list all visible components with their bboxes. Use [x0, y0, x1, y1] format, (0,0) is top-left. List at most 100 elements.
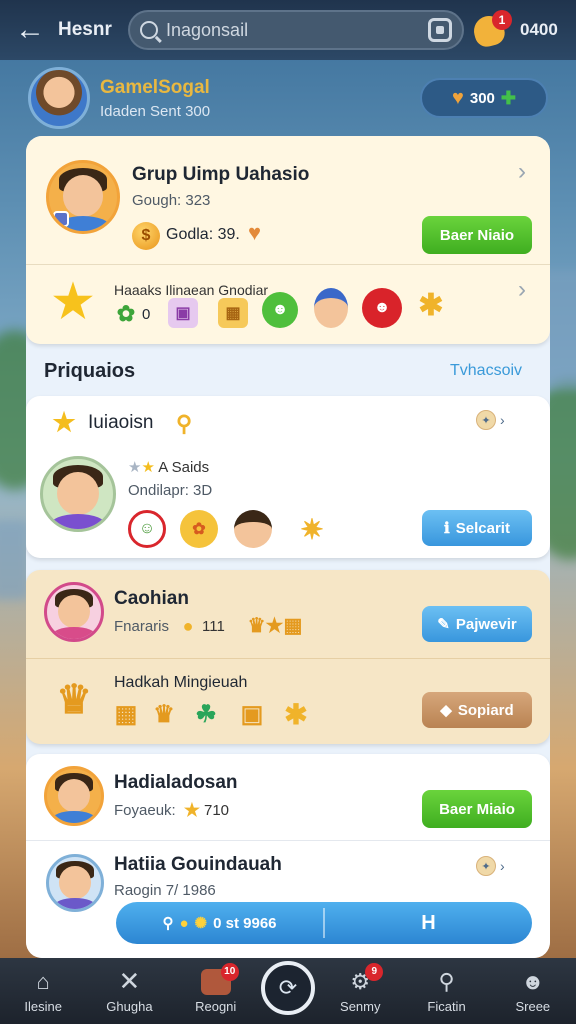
achievement-title: Caohian — [114, 588, 189, 609]
nav-senmy-label: Senmy — [340, 998, 381, 1014]
payment-button-label: Pajwevir — [455, 615, 517, 633]
nav-badge: 9 — [365, 962, 384, 981]
nav-senmy[interactable]: ⚙ 9 Senmy — [319, 962, 401, 1014]
star-icon: ★ — [183, 799, 201, 820]
notification-button[interactable]: 1 — [470, 10, 512, 50]
event-options[interactable]: ✦ › — [476, 410, 505, 430]
gold-star-icon: ✱ — [284, 698, 308, 730]
player-avatar[interactable] — [44, 766, 104, 826]
star-icon: ★ — [52, 406, 76, 437]
magnifier-icon: ⚲ — [175, 411, 193, 436]
plus-icon: ✚ — [500, 87, 516, 108]
player-title: Hadialadosan — [114, 772, 238, 793]
achievement-avatar[interactable] — [44, 582, 104, 642]
player-avatar-2[interactable] — [46, 854, 104, 912]
top-bar: ← Hesnr 1 0400 — [0, 0, 576, 60]
group-subtitle: Gough: 323 — [132, 192, 211, 209]
chevron-right-icon: › — [500, 858, 505, 874]
scan-icon[interactable] — [428, 18, 452, 42]
nav-sreee-label: Sreee — [515, 998, 551, 1014]
event-avatar[interactable] — [40, 456, 116, 532]
group-avatar[interactable] — [46, 160, 120, 234]
select-button-label: Selcarit — [455, 519, 510, 537]
flower-icon: ✿ — [180, 510, 218, 548]
back-arrow-icon[interactable]: ← — [12, 12, 48, 48]
coin-balance: 0400 — [520, 20, 558, 39]
notification-badge: 1 — [492, 10, 512, 30]
achievement-value: 111 — [202, 618, 225, 635]
coins-label: Godla: 39. — [166, 226, 240, 243]
support-button[interactable]: ◆ Sopiard — [422, 692, 532, 728]
nav-home-label: Ilesine — [24, 998, 62, 1014]
join-button-2[interactable]: Baer Miaio — [422, 790, 532, 828]
box-icon: ▦ — [114, 700, 138, 728]
action-pill-right[interactable]: H — [325, 902, 532, 944]
close-icon: ✕ — [118, 966, 141, 996]
badge-icon: ✦ — [476, 856, 496, 876]
group-card: Grup Uimp Uahasio Gough: 323 › $ Godla: … — [26, 136, 550, 344]
search-input[interactable] — [166, 19, 420, 41]
chevron-right-icon[interactable]: › — [518, 158, 526, 186]
main-panel: Grup Uimp Uahasio Gough: 323 › $ Godla: … — [26, 136, 550, 958]
section-title: Priquaios — [44, 360, 136, 382]
nav-ghugha-label: Ghugha — [106, 998, 153, 1014]
reward-icons: ♛★▦ — [247, 614, 303, 637]
achievement-card: Caohian Fnararis ● 111 ♛★▦ ✎ Pajwevir ♛ … — [26, 570, 550, 744]
clover-icon: ✿ — [116, 301, 136, 326]
chevron-right-icon[interactable]: › — [518, 276, 526, 304]
select-button[interactable]: ℹ Selcarit — [422, 510, 532, 546]
profile-icon: ☻ — [521, 968, 545, 994]
bottom-navigation: ⌂ Ilesine ✕ Ghugha 10 Reogni ⟳ ⚙ 9 Senmy… — [0, 958, 576, 1024]
profile-stat-pill[interactable]: ♥ 300 ✚ — [420, 78, 548, 118]
player-value: 710 — [204, 802, 230, 819]
nav-ficatin[interactable]: ⚲ Ficatin — [406, 969, 488, 1014]
action-pill-right-label: H — [421, 911, 436, 934]
action-pill[interactable]: ⚲ ● ✺ 0 st 9966 H — [116, 902, 532, 944]
profile-subtitle: Idaden Sent 300 — [100, 102, 211, 120]
join-button[interactable]: Baer Niaio — [422, 216, 532, 254]
crown-icon: ♛ — [153, 700, 175, 728]
coin-icon: ● — [182, 615, 194, 636]
nav-badge: 10 — [220, 962, 239, 981]
profile-name: GamelSogal — [100, 76, 210, 98]
player2-title: Hatiia Gouindauah — [114, 854, 282, 875]
chevron-right-icon: › — [500, 412, 505, 428]
info-icon: ℹ — [444, 520, 450, 537]
gold-star-icon: ✱ — [418, 288, 444, 322]
search-icon — [140, 21, 158, 39]
red-creature-icon: ☻ — [362, 288, 402, 328]
player2-subtitle: Raogin 7/ 1986 — [114, 882, 216, 899]
profile-header: GamelSogal Idaden Sent 300 ♥ 300 ✚ — [0, 62, 576, 134]
rewards-count: 0 — [142, 306, 151, 323]
nav-sreee[interactable]: ☻ Sreee — [492, 969, 574, 1014]
action-pill-left[interactable]: ⚲ ● ✺ 0 st 9966 — [116, 902, 323, 944]
section-link[interactable]: Tvhacsoiv — [450, 362, 522, 380]
payment-button[interactable]: ✎ Pajwevir — [422, 606, 532, 642]
event-rating: ★★ A Saids — [128, 459, 210, 476]
chest-icon: ▣ — [240, 700, 264, 728]
support-button-label: Sopiard — [457, 701, 514, 719]
girl-avatar-icon — [234, 510, 272, 548]
coin-icon: ● — [179, 914, 189, 932]
trophy-icon: ♛ — [56, 678, 92, 722]
nav-ghugha[interactable]: ✕ Ghugha — [88, 966, 170, 1014]
event-subtitle: Ondilapr: 3D — [128, 482, 213, 499]
person-icon: ⚲ — [162, 915, 174, 932]
coin-icon: $ — [132, 222, 160, 250]
nav-ficatin-label: Ficatin — [427, 998, 466, 1014]
nav-home[interactable]: ⌂ Ilesine — [2, 969, 84, 1014]
group-title: Grup Uimp Uahasio — [132, 164, 310, 185]
search-bar[interactable] — [128, 10, 464, 50]
diamond-icon: ◆ — [440, 702, 452, 719]
player2-options[interactable]: ✦ › — [476, 856, 505, 876]
character-icon — [314, 288, 348, 328]
avatar[interactable] — [28, 67, 90, 129]
star-icon: ★ — [52, 275, 94, 327]
home-icon: ⌂ — [36, 968, 50, 994]
center-action-button[interactable]: ⟳ — [260, 961, 315, 1015]
badge-icon: ✦ — [476, 410, 496, 430]
nav-reogni[interactable]: 10 Reogni — [175, 962, 257, 1014]
event-title: Iuiaoisn — [88, 412, 154, 433]
nav-reogni-label: Reogni — [195, 998, 237, 1014]
sun-icon: ✺ — [194, 915, 208, 932]
